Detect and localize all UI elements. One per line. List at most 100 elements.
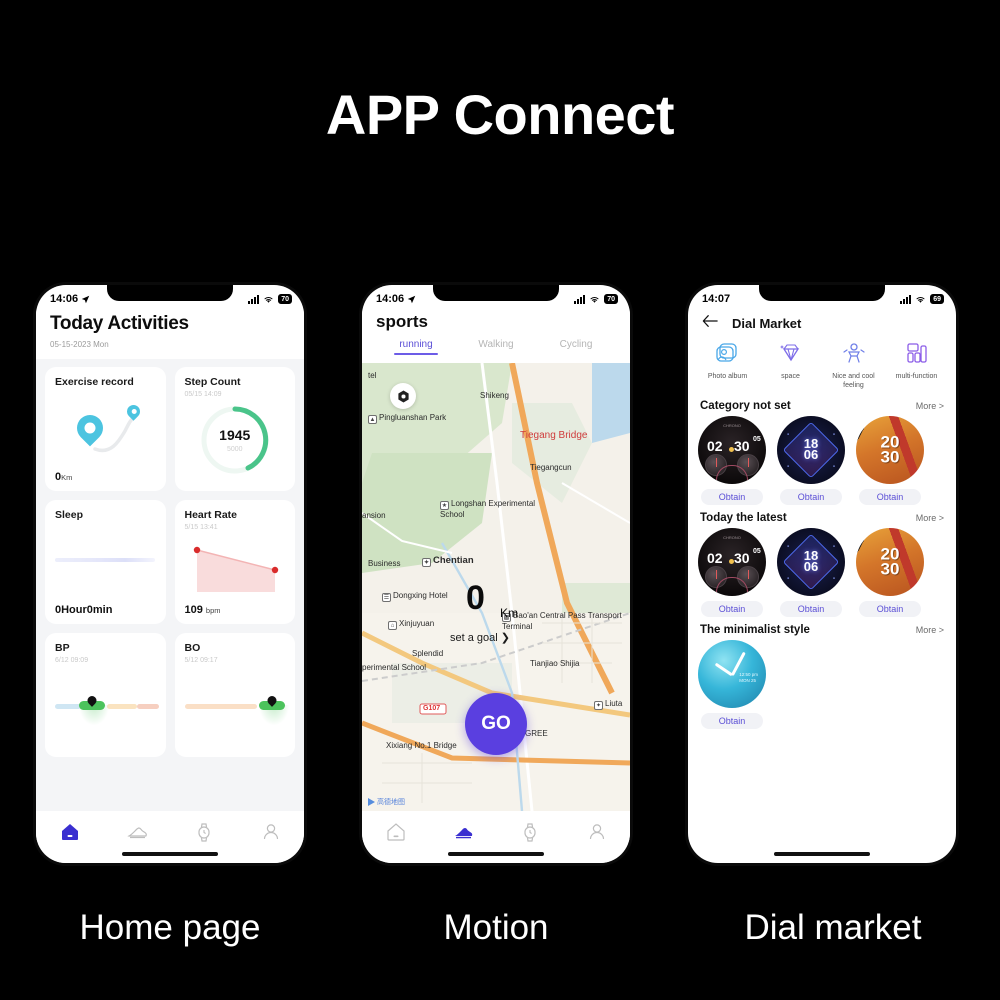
card-step-count[interactable]: Step Count 05/15 14:09 1945 5000	[174, 367, 295, 491]
bp-marker-icon	[85, 694, 99, 707]
watch-icon[interactable]	[192, 820, 216, 844]
map-view[interactable]: Shikeng ▲ Pingluanshan Park Tiegang Bridg…	[362, 363, 630, 811]
section-header: Today the latest More >	[688, 505, 956, 528]
section-header: Category not set More >	[688, 393, 956, 416]
dial-market-navbar: Dial Market	[688, 309, 956, 337]
face-row: CHRONO 02 30 05 Obtain 18 06 ● ● ● ● Obtain	[688, 415, 956, 505]
hotel-icon: ☰	[382, 593, 391, 602]
dial-face-item[interactable]: 18 06 ● ● ● ● Obtain	[777, 415, 845, 505]
dial-face-item[interactable]: 20 30 Obtain	[856, 527, 924, 617]
dial-face-item[interactable]: 12:50 pm MON 25 Obtain	[698, 639, 766, 729]
dial-face-item[interactable]: CHRONO 02 30 05 Obtain	[698, 527, 766, 617]
map-label: perimental School	[362, 663, 427, 672]
obtain-button[interactable]: Obtain	[859, 488, 921, 505]
home-indicator	[122, 852, 218, 856]
map-label: ⌂ Xinjuyuan	[388, 619, 434, 630]
category-label: space	[781, 373, 800, 380]
notch	[433, 285, 559, 301]
home-header: Today Activities 05-15-2023 Mon	[36, 309, 304, 359]
card-value: 0Hour0min	[55, 604, 113, 616]
tab-walking[interactable]: Walking	[456, 339, 536, 355]
compass-icon	[397, 390, 409, 402]
page-title: APP Connect	[325, 83, 675, 146]
card-heart-rate[interactable]: Heart Rate 5/15 13:41 109 bpm	[174, 500, 295, 624]
face-row: 12:50 pm MON 25 Obtain	[688, 639, 956, 729]
watch-face-neon-icon: 18 06 ● ● ● ●	[777, 527, 845, 596]
category-space[interactable]: space	[759, 341, 822, 391]
map-pin-icon	[71, 402, 163, 463]
section-title: Category not set	[700, 399, 791, 412]
notch	[107, 285, 233, 301]
watch-icon[interactable]	[518, 820, 542, 844]
map-label: Business	[368, 559, 401, 568]
card-subtitle: 6/12 09:09	[55, 657, 89, 664]
wifi-icon	[590, 296, 599, 303]
dial-face-item[interactable]: CHRONO 02 30 05 Obtain	[698, 415, 766, 505]
obtain-button[interactable]: Obtain	[780, 488, 842, 505]
diamond-icon	[779, 344, 799, 362]
set-goal-button[interactable]: set a goal ❯	[450, 631, 510, 644]
category-multi-function[interactable]: multi-function	[885, 341, 948, 391]
category-label: Photo album	[707, 373, 748, 380]
cool-feeling-icon	[842, 343, 865, 363]
more-link[interactable]: More >	[916, 401, 944, 411]
back-arrow-icon[interactable]	[702, 314, 718, 333]
battery-indicator: 69	[930, 294, 944, 304]
signal-bars-icon	[900, 294, 912, 304]
status-time: 14:07	[702, 293, 731, 305]
multi-function-icon	[906, 343, 927, 363]
card-bo[interactable]: BO 5/12 09:17	[174, 633, 295, 757]
obtain-button[interactable]: Obtain	[859, 600, 921, 617]
obtain-button[interactable]: Obtain	[701, 488, 763, 505]
card-bp[interactable]: BP 6/12 09:09	[45, 633, 166, 757]
dial-market-title: Dial Market	[732, 316, 802, 331]
signal-bars-icon	[574, 294, 586, 304]
home-indicator	[448, 852, 544, 856]
amap-logo-icon	[368, 798, 375, 806]
dial-face-item[interactable]: 18 06 ● ● ● ● Obtain	[777, 527, 845, 617]
section-title: Today the latest	[700, 511, 787, 524]
home-card-grid: Exercise record 0Km Step Count 05/15 14:…	[36, 359, 304, 831]
sports-tabs: running Walking Cycling	[376, 332, 616, 355]
card-title: Heart Rate	[184, 509, 238, 521]
map-label: ansion	[362, 511, 386, 520]
more-link[interactable]: More >	[916, 513, 944, 523]
profile-icon[interactable]	[259, 820, 283, 844]
tab-cycling[interactable]: Cycling	[536, 339, 616, 355]
dial-face-item[interactable]: 20 30 Obtain	[856, 415, 924, 505]
card-title: Step Count	[184, 376, 241, 388]
compass-button[interactable]	[390, 383, 416, 409]
profile-icon[interactable]	[585, 820, 609, 844]
phone-mockup-home: 14:06 70 Today Activities 05-15-2023 Mon	[36, 285, 304, 863]
obtain-button[interactable]: Obtain	[780, 600, 842, 617]
wifi-icon	[264, 296, 273, 303]
more-link[interactable]: More >	[916, 625, 944, 635]
park-icon: ▲	[368, 415, 377, 424]
map-label: Splendid	[412, 649, 444, 658]
card-exercise-record[interactable]: Exercise record 0Km	[45, 367, 166, 491]
category-cool-feeling[interactable]: Nice and cool feeling	[822, 341, 885, 391]
category-photo-album[interactable]: Photo album	[696, 341, 759, 391]
home-icon[interactable]	[58, 820, 82, 844]
map-label-road-shield: G107	[423, 705, 441, 712]
map-label: ☰ Dongxing Hotel	[382, 591, 448, 602]
wifi-icon	[916, 296, 925, 303]
phone-mockup-dial-market: 14:07 69 Dial Market Photo album space N…	[688, 285, 956, 863]
obtain-button[interactable]: Obtain	[701, 600, 763, 617]
caption-motion: Motion	[443, 908, 549, 947]
shoe-icon[interactable]	[451, 820, 475, 844]
category-label: multi-function	[895, 373, 938, 380]
go-button[interactable]: GO	[465, 693, 527, 755]
card-sleep[interactable]: Sleep 0Hour0min	[45, 500, 166, 624]
section-header: The minimalist style More >	[688, 617, 956, 640]
tab-running[interactable]: running	[376, 339, 456, 355]
caption-home-page: Home page	[79, 908, 261, 947]
obtain-button[interactable]: Obtain	[701, 712, 763, 729]
bp-slider-icon	[55, 694, 159, 725]
home-icon[interactable]	[384, 820, 408, 844]
bo-marker-icon	[265, 694, 278, 707]
watch-face-neon-icon: 18 06 ● ● ● ●	[777, 415, 845, 484]
shoe-icon[interactable]	[125, 820, 149, 844]
map-label: ▲ Pingluanshan Park	[368, 413, 447, 424]
signal-bars-icon	[248, 294, 260, 304]
